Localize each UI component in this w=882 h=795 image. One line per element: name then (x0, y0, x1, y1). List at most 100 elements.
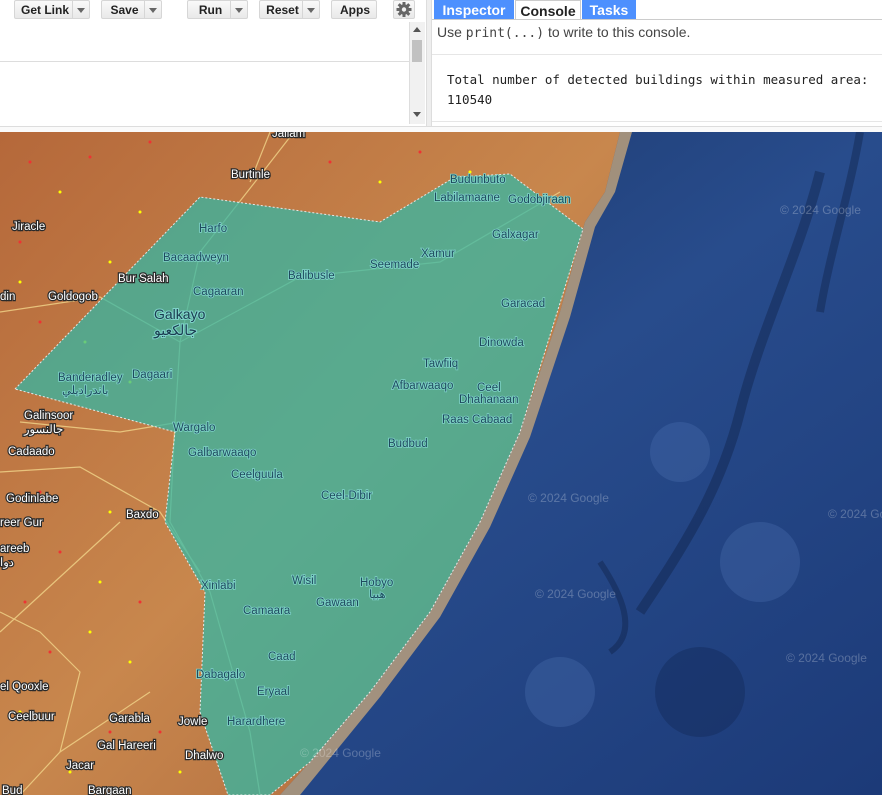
hint-prefix: Use (437, 24, 466, 40)
place-label: Banderadley (58, 372, 123, 384)
place-label: el Qooxle (0, 681, 49, 693)
reset-dropdown-icon[interactable] (302, 1, 319, 18)
scroll-up-icon[interactable] (413, 27, 421, 32)
place-label: Jaliam (272, 132, 305, 140)
console-divider (432, 54, 882, 55)
console-hint: Use print(...) to write to this console. (437, 24, 690, 41)
google-watermark-5: © 2024 Google (786, 651, 867, 665)
place-label: Bud (2, 785, 22, 795)
hint-code: print(...) (465, 26, 545, 41)
output-label: Total number of detected buildings withi… (447, 72, 869, 87)
code-editor-toolbar: Get Link Save Run Reset Apps (0, 0, 426, 22)
reset-label: Reset (266, 3, 299, 17)
place-label: Burtinle (231, 169, 270, 181)
place-label: Cadaado (8, 446, 55, 458)
city-label-arabic: جالكعيو (153, 322, 197, 339)
tab-console[interactable]: Console (515, 0, 581, 19)
place-label: Caad (268, 651, 296, 663)
place-label: Seemade (370, 259, 419, 271)
save-button[interactable]: Save (101, 0, 162, 19)
run-button[interactable]: Run (187, 0, 248, 19)
google-watermark-2: © 2024 Google (528, 491, 609, 505)
scrollbar-thumb[interactable] (412, 40, 422, 62)
place-label: Ceelguula (231, 469, 283, 481)
place-label: Garacad (501, 298, 545, 310)
tab-tasks[interactable]: Tasks (582, 0, 636, 19)
google-watermark-1: © 2024 Google (780, 203, 861, 217)
code-editor[interactable] (0, 22, 426, 124)
get-link-button[interactable]: Get Link (14, 0, 90, 19)
place-label: Baxdo (126, 509, 159, 521)
get-link-dropdown-icon[interactable] (72, 1, 89, 18)
place-label: Budbud (388, 438, 428, 450)
apps-button[interactable]: Apps (331, 0, 377, 19)
map-view[interactable]: © 2024 Google © 2024 Google © 2024 Googl… (0, 132, 882, 795)
city-label: Galkayo (154, 306, 206, 322)
place-label: Galbarwaaqo (188, 447, 256, 459)
hint-suffix: to write to this console. (544, 24, 691, 40)
panel-tabs: Inspector Console Tasks (432, 0, 882, 19)
place-label: Hobyo (360, 577, 393, 589)
place-label: Harardhere (227, 716, 285, 728)
place-label: Ceel (477, 382, 501, 394)
place-label: Wisil (292, 575, 316, 587)
right-panel: Inspector Console Tasks Use print(...) t… (432, 0, 882, 126)
place-label: Garabla (109, 713, 151, 725)
place-label: Wargalo (173, 422, 215, 434)
satellite-map[interactable]: © 2024 Google © 2024 Google © 2024 Googl… (0, 132, 882, 795)
place-label: Budunbuto (450, 174, 506, 186)
place-label: Galinsoor (24, 410, 73, 422)
tabs-spacer (636, 0, 882, 19)
scroll-down-icon[interactable] (413, 112, 421, 117)
run-dropdown-icon[interactable] (230, 1, 247, 18)
place-label: Bacaadweyn (163, 252, 229, 264)
google-watermark-3: © 2024 Google (828, 507, 882, 521)
place-label: Jacar (66, 760, 94, 772)
output-value: 110540 (447, 92, 493, 107)
tab-inspector[interactable]: Inspector (434, 0, 514, 19)
place-label: Afbarwaaqo (392, 380, 453, 392)
place-label: Jowle (178, 716, 207, 728)
place-label: Cagaaran (193, 286, 244, 298)
place-label: Dhalwo (185, 750, 223, 762)
place-label: Harfo (199, 223, 227, 235)
place-label: Gal Hareeri (97, 740, 156, 752)
place-label: دوا (0, 556, 14, 569)
place-label: reer Gur (0, 517, 43, 529)
console-panel: Use print(...) to write to this console.… (432, 19, 882, 127)
save-dropdown-icon[interactable] (144, 1, 161, 18)
get-link-label: Get Link (20, 3, 69, 17)
google-watermark-6: © 2024 Google (300, 746, 381, 760)
place-label: Ceelbuur (8, 711, 55, 723)
editor-scrollbar[interactable] (409, 22, 425, 124)
gear-icon (396, 2, 412, 17)
place-label: Godobjiraan (508, 194, 571, 206)
place-label: Jiracle (12, 221, 45, 233)
reset-button[interactable]: Reset (259, 0, 320, 19)
console-output-divider (432, 121, 882, 122)
place-label: Labilamaane (434, 192, 500, 204)
place-label: areeb (0, 543, 29, 555)
place-label: Dagaari (132, 369, 172, 381)
place-label: Camaara (243, 605, 291, 617)
place-label: Ceel-Dibir (321, 490, 372, 502)
editor-divider (0, 61, 409, 62)
place-label: Xinlabi (201, 580, 236, 592)
place-label: Balibusle (288, 270, 335, 282)
google-watermark-4: © 2024 Google (535, 587, 616, 601)
place-label: Raas Cabaad (442, 414, 512, 426)
place-label: Bargaan (88, 785, 131, 795)
place-label: باندراديلي (62, 384, 108, 397)
place-label: هبيا (369, 588, 386, 601)
place-label: Bur Salah (118, 273, 169, 285)
place-label: Eryaal (257, 686, 290, 698)
place-label: جالنسور (23, 423, 63, 436)
place-label: din (0, 291, 15, 303)
place-label: Dinowda (479, 337, 524, 349)
place-label: Dhahanaan (459, 394, 518, 406)
place-label: Goldogob (48, 291, 98, 303)
settings-gear-button[interactable] (393, 0, 415, 19)
console-output: Total number of detected buildings withi… (447, 70, 868, 110)
place-label: Dabagalo (196, 669, 245, 681)
place-label: Godinlabe (6, 493, 58, 505)
